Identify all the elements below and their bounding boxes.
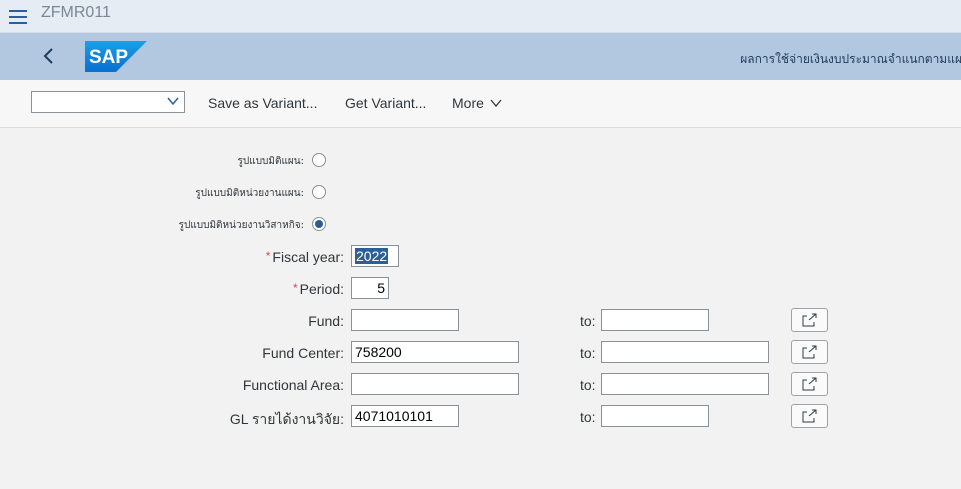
radio-plan-unit[interactable] [312, 185, 326, 199]
radio-enterprise-unit[interactable] [312, 217, 326, 231]
required-marker: * [292, 281, 298, 295]
more-button[interactable]: More [452, 95, 502, 111]
functional-area-to-label: to: [580, 377, 596, 393]
functional-area-multiple-selection-button[interactable] [791, 372, 828, 396]
radio-label-plan-unit: รูปแบบมิติหน่วยงานแผน: [195, 188, 304, 199]
fund-from-input[interactable] [351, 309, 459, 331]
transaction-code: ZFMR011 [41, 4, 111, 21]
app-title: ผลการใช้จ่ายเงินงบประมาณจำแนกตามแผนงาน [740, 52, 961, 66]
fiscal-year-input[interactable]: 2022 [351, 245, 399, 267]
gl-from-input[interactable]: 4071010101 [351, 405, 459, 427]
multiple-selection-icon [802, 345, 817, 359]
chevron-down-icon [490, 99, 502, 108]
title-bar: ZFMR011 [0, 0, 961, 33]
get-variant-button[interactable]: Get Variant... [345, 95, 426, 111]
fund-to-input[interactable] [601, 309, 709, 331]
sap-logo: SAP [85, 41, 147, 77]
required-marker: * [265, 249, 271, 263]
multiple-selection-icon [802, 409, 817, 423]
svg-text:SAP: SAP [89, 47, 128, 68]
toolbar: Save as Variant... Get Variant... More [0, 80, 961, 128]
radio-label-enterprise-unit: รูปแบบมิติหน่วยงานวิสาหกิจ: [178, 220, 304, 231]
multiple-selection-icon [802, 377, 817, 391]
period-label: * Period: [292, 281, 344, 297]
fund-center-to-label: to: [580, 345, 596, 361]
fund-center-multiple-selection-button[interactable] [791, 340, 828, 364]
functional-area-to-input[interactable] [601, 373, 769, 395]
more-label: More [452, 95, 484, 111]
menu-icon[interactable] [9, 10, 27, 24]
gl-to-input[interactable] [601, 405, 709, 427]
multiple-selection-icon [802, 313, 817, 327]
fund-center-from-input[interactable]: 758200 [351, 341, 519, 363]
fund-label: Fund: [308, 313, 344, 329]
shell-bar: SAP ผลการใช้จ่ายเงินงบประมาณจำแนกตามแผนง… [0, 33, 961, 80]
functional-area-label: Functional Area: [242, 377, 344, 393]
fund-center-to-input[interactable] [601, 341, 769, 363]
chevron-down-icon [167, 97, 179, 106]
gl-to-label: to: [580, 409, 596, 425]
radio-plan[interactable] [312, 153, 326, 167]
radio-label-plan: รูปแบบมิติแผน: [237, 156, 304, 167]
gl-label: GL รายได้งานวิจัย: [229, 411, 344, 427]
variant-select[interactable] [31, 91, 185, 113]
functional-area-from-input[interactable] [351, 373, 519, 395]
gl-multiple-selection-button[interactable] [791, 404, 828, 428]
period-input[interactable]: 5 [351, 277, 389, 299]
save-as-variant-button[interactable]: Save as Variant... [208, 95, 317, 111]
fund-to-label: to: [580, 313, 596, 329]
fund-multiple-selection-button[interactable] [791, 308, 828, 332]
fiscal-year-label: * Fiscal year: [265, 249, 344, 265]
fund-center-label: Fund Center: [262, 345, 344, 361]
back-icon[interactable] [40, 45, 58, 67]
